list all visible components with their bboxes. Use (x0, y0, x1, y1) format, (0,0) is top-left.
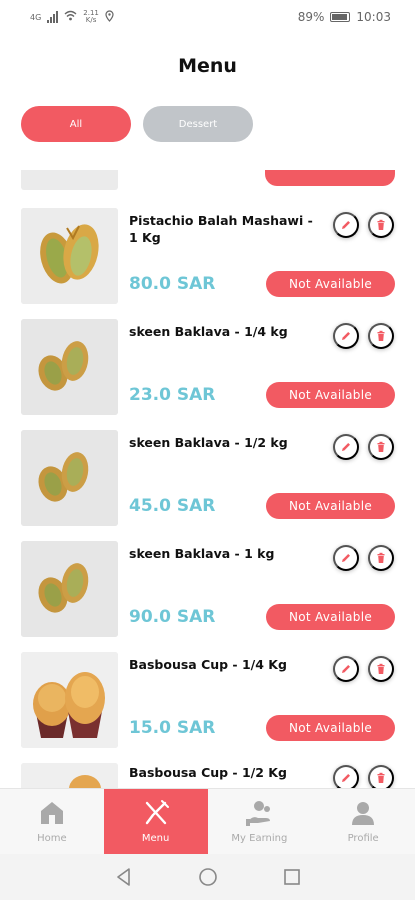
product-name: Pistachio Balah Mashawi - 1 Kg (129, 213, 313, 245)
trash-icon (377, 219, 385, 230)
product-price: 80.0 SAR (129, 274, 216, 294)
nav-item-menu[interactable]: Menu (103, 789, 208, 854)
product-image (21, 763, 118, 788)
filter-dessert-chip[interactable]: Dessert (143, 106, 253, 142)
product-name: skeen Baklava - 1 kg (129, 546, 275, 561)
status-badge[interactable]: Not Available (266, 382, 395, 408)
product-image (21, 319, 118, 415)
delete-button[interactable] (368, 545, 394, 571)
edit-button[interactable] (333, 212, 359, 238)
home-circle-icon[interactable] (198, 867, 218, 887)
profile-icon (352, 802, 375, 825)
status-left: 4G 2.11 K/s (30, 10, 114, 25)
trash-icon (377, 663, 385, 674)
category-filters: All Dessert (21, 106, 253, 142)
page-title: Menu (178, 55, 237, 77)
edit-button[interactable] (333, 323, 359, 349)
trash-icon (377, 772, 385, 783)
nav-label-home: Home (37, 833, 67, 844)
delete-button[interactable] (368, 765, 394, 788)
product-image (21, 652, 118, 748)
trash-icon (377, 552, 385, 563)
speed-unit: K/s (85, 16, 97, 24)
product-image (21, 208, 118, 304)
status-badge[interactable]: Not Available (266, 493, 395, 519)
fork-knife-icon (145, 800, 169, 825)
recents-icon[interactable] (282, 867, 302, 887)
pencil-icon (342, 554, 350, 562)
nav-label-profile: Profile (347, 833, 379, 844)
clock: 10:03 (356, 10, 391, 24)
delete-button[interactable] (368, 656, 394, 682)
network-label: 4G (30, 12, 42, 22)
edit-button[interactable] (333, 765, 359, 788)
pencil-icon (342, 443, 350, 451)
pencil-icon (342, 774, 350, 782)
status-bar: 4G 2.11 K/s 89% 10:03 (0, 0, 415, 34)
product-name: Basbousa Cup - 1/2 Kg (129, 765, 287, 780)
list-item[interactable]: skeen Baklava - 1 kg 90.0 SAR Not Availa… (0, 541, 415, 652)
delete-button[interactable] (368, 434, 394, 460)
network-speed: 2.11 K/s (83, 10, 99, 24)
product-image-fragment (21, 170, 118, 190)
location-icon (105, 9, 114, 25)
wifi-icon (64, 10, 77, 24)
product-price: 15.0 SAR (129, 718, 216, 738)
delete-button[interactable] (368, 323, 394, 349)
list-item[interactable]: skeen Baklava - 1/4 kg 23.0 SAR Not Avai… (0, 319, 415, 430)
battery-icon (330, 12, 351, 22)
bottom-navigation: Home Menu My Earning Profile (0, 788, 415, 854)
status-badge[interactable]: Not Available (266, 604, 395, 630)
pencil-icon (342, 332, 350, 340)
nav-label-earning: My Earning (231, 833, 288, 844)
edit-button[interactable] (333, 545, 359, 571)
battery-percent: 89% (297, 10, 325, 24)
list-item[interactable]: skeen Baklava - 1/2 kg 45.0 SAR Not Avai… (0, 430, 415, 541)
product-image (21, 541, 118, 637)
delete-button[interactable] (368, 212, 394, 238)
nav-item-earning[interactable]: My Earning (208, 789, 312, 854)
nav-label-menu: Menu (141, 833, 170, 844)
product-list[interactable]: Pistachio Balah Mashawi - 1 Kg 80.0 SAR … (0, 170, 415, 788)
product-name: skeen Baklava - 1/4 kg (129, 324, 288, 339)
trash-icon (377, 441, 385, 452)
status-right: 89% 10:03 (298, 10, 391, 24)
product-image (21, 430, 118, 526)
trash-icon (377, 330, 385, 341)
edit-button[interactable] (333, 656, 359, 682)
signal-icon (47, 11, 59, 23)
nav-item-profile[interactable]: Profile (311, 789, 415, 854)
list-item[interactable]: Basbousa Cup - 1/4 Kg 15.0 SAR Not Avail… (0, 652, 415, 763)
back-icon[interactable] (114, 867, 134, 887)
product-price: 23.0 SAR (129, 385, 216, 405)
status-badge[interactable]: Not Available (266, 271, 395, 297)
filter-all-chip[interactable]: All (21, 106, 131, 142)
system-navigation-bar (0, 854, 415, 900)
product-name: skeen Baklava - 1/2 kg (129, 435, 288, 450)
product-price: 45.0 SAR (129, 496, 216, 516)
product-name: Basbousa Cup - 1/4 Kg (129, 657, 287, 672)
status-badge[interactable]: Not Available (266, 715, 395, 741)
pencil-icon (342, 665, 350, 673)
list-item[interactable]: Basbousa Cup - 1/2 Kg (0, 763, 415, 788)
status-badge-fragment (265, 170, 395, 186)
pencil-icon (342, 221, 350, 229)
nav-item-home[interactable]: Home (0, 789, 104, 854)
product-price: 90.0 SAR (129, 607, 216, 627)
home-icon (40, 802, 63, 824)
partial-list-item-top (21, 170, 395, 192)
edit-button[interactable] (333, 434, 359, 460)
earning-icon (246, 801, 271, 826)
list-item[interactable]: Pistachio Balah Mashawi - 1 Kg 80.0 SAR … (0, 208, 415, 319)
